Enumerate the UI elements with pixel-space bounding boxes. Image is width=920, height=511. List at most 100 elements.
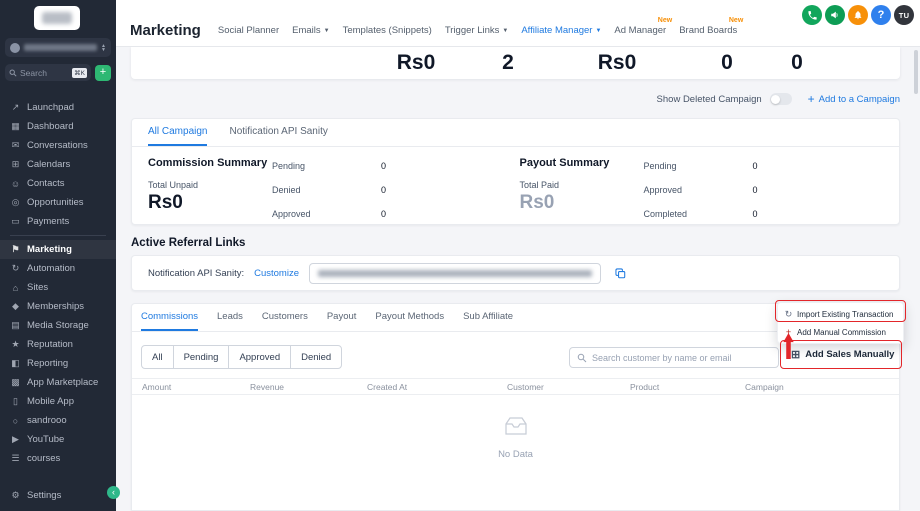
nav-trigger-links[interactable]: Trigger Links▼: [445, 25, 509, 36]
scrollbar-thumb[interactable]: [914, 50, 918, 94]
column-header: Revenue: [250, 382, 367, 392]
megaphone-icon[interactable]: [825, 5, 845, 25]
sidebar-item-launchpad[interactable]: ↗Launchpad: [0, 98, 116, 117]
active-referral-links-heading: Active Referral Links: [131, 237, 245, 249]
chevron-down-icon: ▼: [595, 28, 601, 34]
flag-icon: ⚑: [10, 244, 21, 255]
sidebar-item-conversations[interactable]: ✉ Conversations: [0, 136, 116, 155]
total-paid-value: Rs0: [520, 192, 644, 214]
sidebar-item-courses[interactable]: ☰courses: [0, 449, 116, 468]
show-deleted-toggle[interactable]: [770, 93, 792, 105]
add-sales-manually-button[interactable]: ⊞ Add Sales Manually: [791, 348, 894, 361]
stat-value: 0: [721, 48, 733, 78]
sidebar-item-contacts[interactable]: ☺Contacts: [0, 174, 116, 193]
sidebar-item-memberships[interactable]: ◆Memberships: [0, 297, 116, 316]
sidebar-item-marketing[interactable]: ⚑ Marketing: [0, 240, 116, 259]
menu-item-import-existing-transaction[interactable]: ↻ Import Existing Transaction: [778, 305, 903, 323]
sidebar-item-reporting[interactable]: ◧Reporting: [0, 354, 116, 373]
sidebar-item-youtube[interactable]: ▶YouTube: [0, 430, 116, 449]
tab-leads[interactable]: Leads: [217, 304, 243, 331]
sidebar-item-payments[interactable]: ▭Payments: [0, 212, 116, 231]
customer-search-field: [569, 347, 779, 368]
account-name-redacted: [24, 44, 97, 51]
quick-add-button[interactable]: +: [95, 65, 111, 81]
sidebar-item-sites[interactable]: ⌂Sites: [0, 278, 116, 297]
sidebar-item-label: Sites: [27, 282, 48, 293]
help-icon[interactable]: ?: [871, 5, 891, 25]
tab-commissions[interactable]: Commissions: [141, 304, 198, 331]
bell-icon[interactable]: [848, 5, 868, 25]
logo-image: [42, 12, 72, 24]
filter-approved[interactable]: Approved: [228, 345, 291, 369]
customize-link[interactable]: Customize: [254, 268, 299, 279]
toggle-knob: [771, 95, 780, 104]
sidebar-item-media-storage[interactable]: ▤Media Storage: [0, 316, 116, 335]
payout-summary: Payout Summary Total Paid Rs0 Pending0 A…: [516, 155, 884, 219]
filter-denied[interactable]: Denied: [290, 345, 342, 369]
target-icon: ◎: [10, 197, 21, 208]
table-header: Amount Revenue Created At Customer Produ…: [132, 378, 899, 395]
add-to-campaign-button[interactable]: + Add to a Campaign: [808, 94, 900, 105]
nav-brand-boards[interactable]: Brand BoardsNew: [679, 25, 737, 36]
chat-icon: ✉: [10, 140, 21, 151]
sidebar-item-label: Marketing: [27, 244, 72, 255]
sidebar-search-input[interactable]: Search ⌘K: [5, 64, 91, 81]
sidebar-item-label: Media Storage: [27, 320, 89, 331]
sidebar-divider: [10, 235, 106, 236]
sidebar-item-dashboard[interactable]: ▦ Dashboard: [0, 117, 116, 136]
filter-pending[interactable]: Pending: [173, 345, 230, 369]
gear-icon: ⚙: [10, 490, 21, 501]
calendar-icon: ⊞: [10, 159, 21, 170]
sidebar-item-sandrooo[interactable]: ○sandrooo: [0, 411, 116, 430]
payout-summary-title: Payout Summary: [520, 157, 644, 169]
nav-affiliate-manager[interactable]: Affiliate Manager▼: [521, 25, 601, 36]
nav-templates-snippets[interactable]: Templates (Snippets): [343, 25, 432, 36]
sidebar-item-mobile-app[interactable]: ▯Mobile App: [0, 392, 116, 411]
tab-all-campaign[interactable]: All Campaign: [148, 119, 207, 146]
nav-social-planner[interactable]: Social Planner: [218, 25, 279, 36]
sidebar-item-reputation[interactable]: ★Reputation: [0, 335, 116, 354]
import-icon: ↻: [784, 309, 793, 320]
search-icon: [9, 69, 17, 77]
nav-ad-manager[interactable]: Ad ManagerNew: [614, 25, 666, 36]
sidebar-item-label: Contacts: [27, 178, 65, 189]
tab-notification-api-sanity[interactable]: Notification API Sanity: [229, 119, 327, 146]
sidebar-item-label: Reporting: [27, 358, 68, 369]
workspace-logo[interactable]: [34, 6, 80, 30]
menu-item-add-manual-commission[interactable]: + Add Manual Commission: [778, 323, 903, 341]
sidebar-item-automation[interactable]: ↻Automation: [0, 259, 116, 278]
account-avatar: [10, 43, 20, 53]
referral-url-field[interactable]: [309, 263, 601, 284]
tab-payout-methods[interactable]: Payout Methods: [375, 304, 444, 331]
sidebar-item-label: Dashboard: [27, 121, 73, 132]
sidebar-item-settings[interactable]: ⚙Settings: [0, 486, 116, 505]
sidebar-collapse-button[interactable]: ‹: [107, 486, 120, 499]
customer-search-input[interactable]: [592, 353, 771, 363]
summary-row: Approved0: [644, 185, 758, 195]
sidebar-item-calendars[interactable]: ⊞Calendars: [0, 155, 116, 174]
sidebar-item-app-marketplace[interactable]: ▩App Marketplace: [0, 373, 116, 392]
account-switcher[interactable]: ▲▼: [5, 38, 111, 57]
sidebar-nav: ↗Launchpad ▦ Dashboard ✉ Conversations ⊞Ca…: [0, 98, 116, 468]
phone-icon[interactable]: [802, 5, 822, 25]
sidebar-item-label: Conversations: [27, 140, 88, 151]
tab-payout[interactable]: Payout: [327, 304, 357, 331]
stat-value: Rs0: [598, 48, 637, 78]
nav-emails[interactable]: Emails▼: [292, 25, 329, 36]
chevron-updown-icon: ▲▼: [101, 44, 106, 52]
tab-customers[interactable]: Customers: [262, 304, 308, 331]
mobile-icon: ▯: [10, 396, 21, 407]
empty-box-icon: [502, 414, 530, 438]
filter-all[interactable]: All: [141, 345, 174, 369]
user-avatar[interactable]: TU: [894, 5, 914, 25]
header-icons: ? TU: [802, 5, 914, 25]
tab-sub-affiliate[interactable]: Sub Affiliate: [463, 304, 513, 331]
no-data-label: No Data: [132, 449, 899, 460]
automation-icon: ↻: [10, 263, 21, 274]
sidebar-item-opportunities[interactable]: ◎Opportunities: [0, 193, 116, 212]
campaign-summary-body: Commission Summary Total Unpaid Rs0 Pend…: [132, 147, 899, 219]
copy-icon[interactable]: [611, 263, 631, 283]
dashboard-icon: ▦: [10, 121, 21, 132]
star-icon: ★: [10, 339, 21, 350]
sidebar-search-row: Search ⌘K +: [5, 64, 111, 81]
